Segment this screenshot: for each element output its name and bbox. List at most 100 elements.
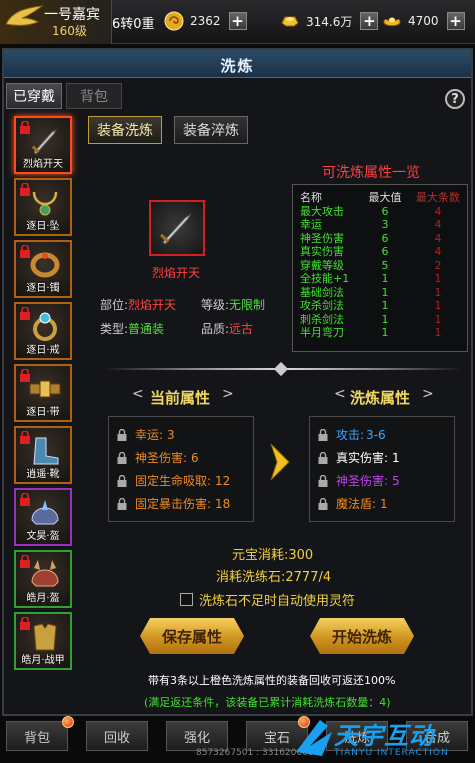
attr-line: 幸运: 3 [117,423,253,446]
divider-gem [273,361,289,377]
list-item: 穿戴等级 5 2 [300,258,442,272]
yuanbao-resource: 4700 + [382,10,465,32]
top-bar: 一号嘉宾 160级 6转0重 2362 + 314.6万 + 4700 + [0,0,475,44]
tab-equip-refine[interactable]: 装备洗炼 [88,116,162,144]
equip-slot[interactable]: 逐日·坠 [14,178,72,236]
coin-value: 2362 [190,14,221,28]
tab-equipped[interactable]: 已穿戴 [6,83,62,109]
item-slot-row: 部位:烈焰开天 [100,296,176,313]
watermark-sub: TIANYU INTERACTION [334,748,449,758]
current-attrs-title: 当前属性 [150,389,211,407]
equip-slot-label: 逐日·戒 [26,345,60,356]
player-name: 一号嘉宾 [44,7,100,23]
lock-icon[interactable] [318,474,328,487]
necklace-icon [32,191,58,216]
yuanbao-cost: 元宝消耗:300 [232,544,313,563]
type-label: 类型: [100,322,129,336]
auto-use-option[interactable]: 洗炼石不足时自动使用灵符 [180,590,355,609]
list-item: 基础剑法 1 1 [300,285,442,299]
level-value: 无限制 [229,298,266,312]
helmet-icon [31,560,59,587]
yuanbao-cost-value: 300 [288,548,314,563]
tab-equip-temper[interactable]: 装备淬炼 [174,116,248,144]
boots-icon [33,437,59,465]
lock-icon[interactable] [117,428,127,441]
bottom-bag-button[interactable]: 背包 [6,721,68,751]
attr-line: 神圣伤害: 6 [117,446,253,469]
add-gold-button[interactable]: + [360,12,379,30]
add-coin-button[interactable]: + [228,12,247,30]
list-item: 真实伤害 6 4 [300,245,442,258]
refine-list[interactable]: 名称 最大值 最大条数 最大攻击 6 4 幸运 3 4 神圣伤害 6 4 真实伤害 6 4 穿戴… [292,184,468,352]
header-max-count: 最大条数 [416,191,460,204]
equip-slot[interactable]: 皓月·战甲 [14,612,72,670]
equip-slot-label: 逍遥·靴 [26,469,60,480]
equip-slot[interactable]: 逐日·带 [14,364,72,422]
lock-icon[interactable] [318,451,328,464]
chevron-left-icon: < [334,386,346,402]
lock-icon[interactable] [117,451,127,464]
stone-cost: 消耗洗练石:2777/4 [216,566,331,585]
lock-icon[interactable] [318,497,328,510]
current-attrs-box: 幸运: 3 神圣伤害: 6 固定生命吸取: 12 固定暴击伤害: 18 [108,416,254,522]
equip-slot-label: 皓月·战甲 [21,655,65,666]
bottom-enhance-button[interactable]: 强化 [166,721,228,751]
panel-title-bar: 洗炼 [4,50,471,78]
sword-icon [31,128,58,155]
rebirth-level: 6转0重 [112,17,155,32]
attr-line: 真实伤害: 1 [318,446,454,469]
equip-slot-label: 逐日·镯 [26,283,60,294]
list-item: 半月弯刀 1 1 [300,326,442,339]
lock-icon[interactable] [117,474,127,487]
coin-icon [164,11,184,31]
player-plate[interactable]: 一号嘉宾 160级 [0,0,112,44]
list-item: 攻杀剑法 1 1 [300,299,442,312]
equip-slot[interactable]: 逍遥·靴 [14,426,72,484]
list-item: 幸运 3 4 [300,218,442,231]
auto-use-checkbox[interactable] [180,593,193,606]
equip-slot-label: 逐日·坠 [26,221,60,232]
help-button[interactable]: ? [445,89,465,109]
list-item: 最大攻击 6 4 [300,204,442,218]
equip-slot-label: 烈焰开天 [23,159,63,170]
yuanbao-cost-label: 元宝消耗: [232,548,289,563]
bottom-recycle-button[interactable]: 回收 [86,721,148,751]
save-attrs-button[interactable]: 保存属性 [140,618,244,654]
start-refine-button[interactable]: 开始洗炼 [310,618,414,654]
equip-slot[interactable]: 文昊·盔 [14,488,72,546]
item-preview [149,200,205,256]
stone-cost-value: 2777/4 [285,570,332,585]
slot-label: 部位: [100,298,129,312]
chevron-left-icon: < [132,386,144,402]
equip-slot[interactable]: 逐日·戒 [14,302,72,360]
quality-value: 远古 [229,322,254,336]
chevron-right-icon: > [422,386,434,402]
equip-slot[interactable]: 逐日·镯 [14,240,72,298]
belt-icon [29,380,61,398]
wing-icon [5,5,44,26]
item-name: 烈焰开天 [152,266,201,280]
armor-icon [33,623,57,651]
refine-panel: 洗炼 已穿戴 背包 ? 烈焰开天 逐日·坠 逐日·镯 逐日·戒 逐日·带 逍遥·… [2,48,473,716]
item-quality-row: 品质:远古 [201,320,253,337]
equip-slot[interactable]: 烈焰开天 [14,116,72,174]
quality-label: 品质: [201,322,230,336]
notification-dot [62,716,74,728]
chevron-right-icon: > [222,386,234,402]
refine-list-title: 可洗炼属性一览 [322,165,420,181]
attr-line: 攻击: 3-6 [318,423,454,446]
equip-slot[interactable]: 皓月·盔 [14,550,72,608]
lock-icon[interactable] [117,497,127,510]
attr-line: 魔法盾: 1 [318,492,454,515]
add-yuanbao-button[interactable]: + [446,12,465,30]
tab-bag[interactable]: 背包 [66,83,122,109]
equip-slot-label: 皓月·盔 [26,593,60,604]
coin-resource: 2362 + [164,10,247,32]
list-item: 全技能+1 1 1 [300,272,442,285]
refined-attrs-title: 洗炼属性 [350,389,411,407]
gold-value: 314.6万 [306,14,353,29]
bracelet-icon [30,252,60,278]
item-type-row: 类型:普通装 [100,320,164,337]
lock-icon[interactable] [318,428,328,441]
header-name: 名称 [300,191,322,204]
